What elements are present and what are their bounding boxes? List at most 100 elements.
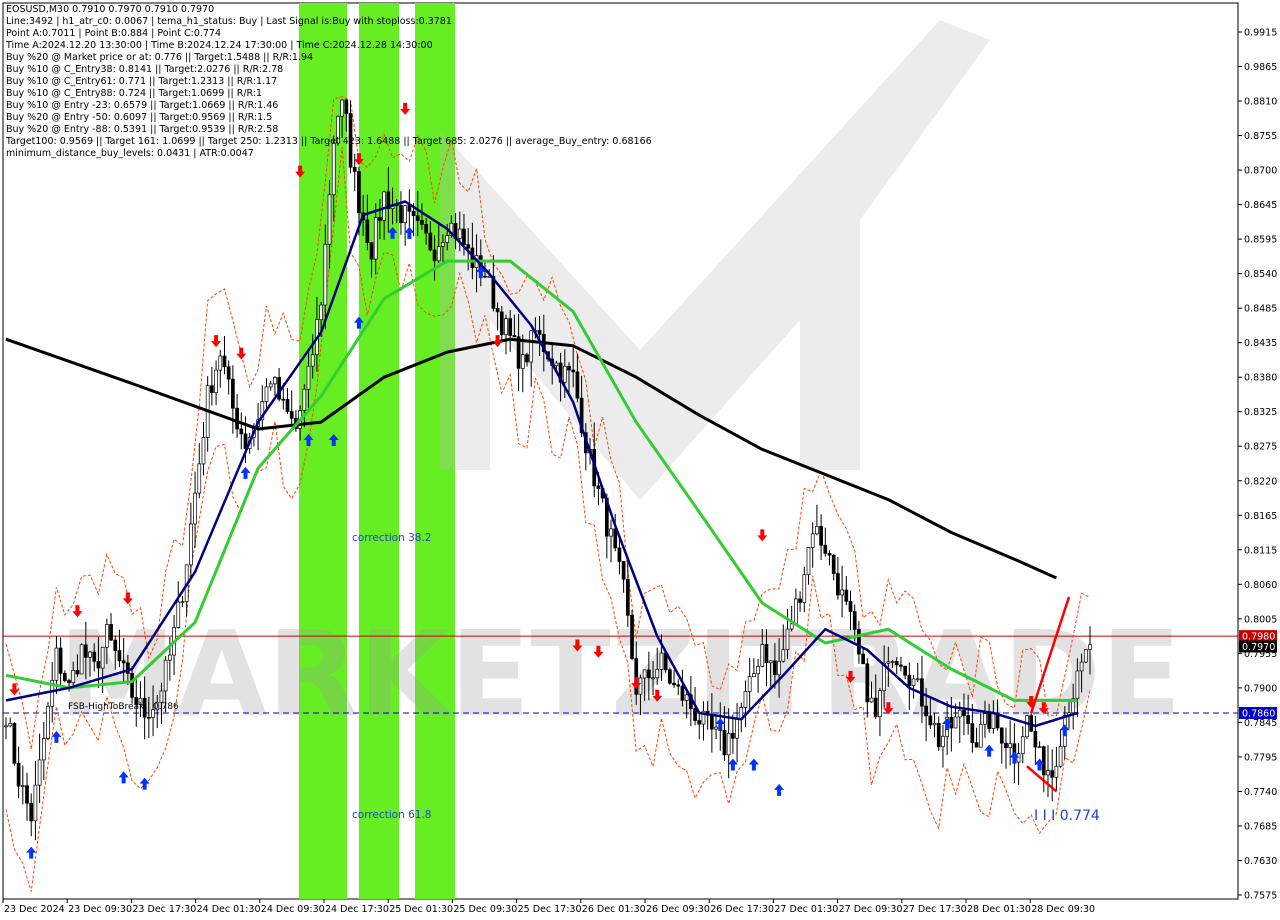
y-tick-label: 0.8810: [1244, 97, 1277, 108]
candle-body: [147, 716, 151, 719]
y-tick-label: 0.7845: [1244, 718, 1277, 729]
candle-body: [231, 378, 235, 409]
candle-body: [277, 377, 281, 400]
candle-body: [504, 318, 508, 335]
candle-body: [67, 680, 71, 684]
candle-body: [58, 647, 63, 674]
candle-body: [936, 722, 941, 748]
candle-body: [180, 601, 185, 604]
y-tick-label: 0.8485: [1244, 304, 1277, 315]
candle-body: [894, 661, 899, 666]
candle-body: [411, 210, 416, 217]
blue-level-tag: 0.7860: [1239, 706, 1277, 719]
candle-body: [197, 463, 202, 494]
x-tick-label: 25 Dec 01:30: [389, 904, 453, 915]
candle-body: [20, 785, 25, 788]
candle-body: [861, 653, 865, 665]
candle-body: [1075, 670, 1080, 700]
candle-body: [340, 99, 344, 117]
candle-body: [520, 354, 525, 369]
y-tick-label: 0.8435: [1244, 338, 1277, 349]
candle-body: [420, 220, 424, 225]
candle-body: [903, 665, 907, 676]
y-tick-label: 0.7575: [1244, 891, 1277, 902]
y-tick-label: 0.8645: [1244, 200, 1277, 211]
x-tick-label: 27 Dec 17:30: [903, 904, 967, 915]
candle-body: [966, 715, 971, 724]
candle-body: [953, 716, 958, 729]
x-tick-label: 28 Dec 09:30: [1031, 904, 1095, 915]
candle: [630, 610, 634, 661]
candle-body: [508, 318, 513, 336]
candle-body: [1079, 661, 1084, 672]
candle-body: [285, 399, 290, 412]
candle-body: [941, 735, 945, 748]
candle-body: [189, 523, 193, 566]
candle-body: [886, 661, 891, 664]
y-tick-label: 0.7900: [1244, 683, 1277, 694]
y-tick-label: 0.8595: [1244, 235, 1277, 246]
candle-body: [743, 691, 748, 708]
candle-body: [529, 330, 534, 363]
candle-body: [289, 411, 294, 419]
candle-body: [848, 600, 853, 612]
candle-body: [731, 732, 735, 739]
candle-body: [415, 215, 420, 221]
candle-body: [642, 669, 647, 679]
y-tick-label: 0.8275: [1244, 442, 1277, 453]
candle-body: [331, 142, 336, 196]
candle-body: [306, 365, 311, 390]
info-line: Target100: 0.9569 || Target 161: 1.0699 …: [6, 136, 652, 147]
candle-body: [92, 651, 97, 662]
y-tick-label: 0.8380: [1244, 373, 1277, 384]
x-tick-label: 24 Dec 09:30: [261, 904, 325, 915]
candle-body: [890, 661, 895, 663]
candle-body: [752, 673, 756, 678]
candle-body: [999, 727, 1004, 744]
candle-body: [1037, 746, 1042, 749]
y-tick-label: 0.8115: [1244, 545, 1277, 556]
candle-body: [193, 492, 197, 525]
info-line: Buy %10 @ C_Entry61: 0.771 || Target:1.2…: [6, 76, 278, 87]
candle-body: [159, 690, 164, 703]
candle-body: [1033, 730, 1038, 748]
candle-body: [651, 677, 655, 680]
candle-body: [382, 191, 386, 221]
candle-body: [130, 673, 134, 698]
candle-body: [806, 547, 811, 576]
candle-body: [571, 369, 576, 373]
candle-body: [483, 275, 487, 278]
candle: [1029, 713, 1034, 733]
x-tick-label: 26 Dec 09:30: [646, 904, 710, 915]
current-price-tag: 0.7970: [1239, 640, 1277, 653]
info-line: Buy %20 @ Entry -50: 0.6097 || Target:0.…: [6, 112, 273, 123]
candle-body: [525, 354, 529, 363]
x-tick-label: 26 Dec 01:30: [582, 904, 646, 915]
candle-body: [899, 664, 903, 667]
candle-body: [957, 709, 962, 718]
candle-body: [121, 660, 126, 664]
candle-body: [609, 528, 613, 537]
candle-body: [1041, 746, 1046, 776]
candle-body: [978, 723, 983, 748]
candle-body: [29, 802, 34, 822]
candle-body: [365, 219, 370, 243]
y-tick-label: 0.7795: [1244, 752, 1277, 763]
candle-body: [1054, 765, 1059, 778]
candle-body: [273, 377, 277, 385]
candle-body: [756, 666, 760, 675]
candle-body: [214, 369, 218, 393]
candle-body: [1020, 736, 1025, 754]
candle-body: [373, 217, 378, 260]
candle-body: [928, 715, 933, 726]
candle-body: [37, 759, 42, 786]
candle-body: [33, 784, 38, 822]
candle-body: [621, 561, 626, 580]
candle-body: [773, 660, 777, 676]
candle-body: [319, 304, 323, 321]
x-tick-label: 25 Dec 09:30: [453, 904, 517, 915]
candle-body: [802, 574, 807, 603]
candle-body: [714, 726, 718, 730]
candle-body: [403, 205, 407, 224]
candle-body: [970, 723, 975, 743]
